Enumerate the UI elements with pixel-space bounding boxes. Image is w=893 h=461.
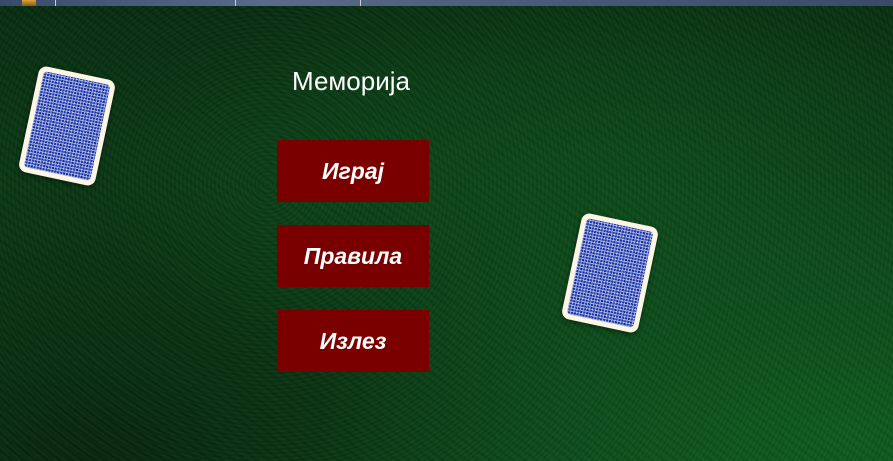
table-felt-texture [0,0,893,461]
card-back-icon [23,71,111,181]
decorative-card-right [560,212,660,334]
rules-button[interactable]: Правила [277,225,429,287]
taskbar-app-icon [22,0,36,6]
game-title: Меморија [292,66,410,96]
taskbar-tab [55,0,176,6]
play-button[interactable]: Играј [277,140,429,202]
taskbar-strip [0,0,893,6]
taskbar-tab [235,0,356,6]
card-back-icon [566,218,654,328]
taskbar-tab [360,0,481,6]
decorative-card-left [17,65,117,187]
exit-button[interactable]: Излез [277,310,429,372]
